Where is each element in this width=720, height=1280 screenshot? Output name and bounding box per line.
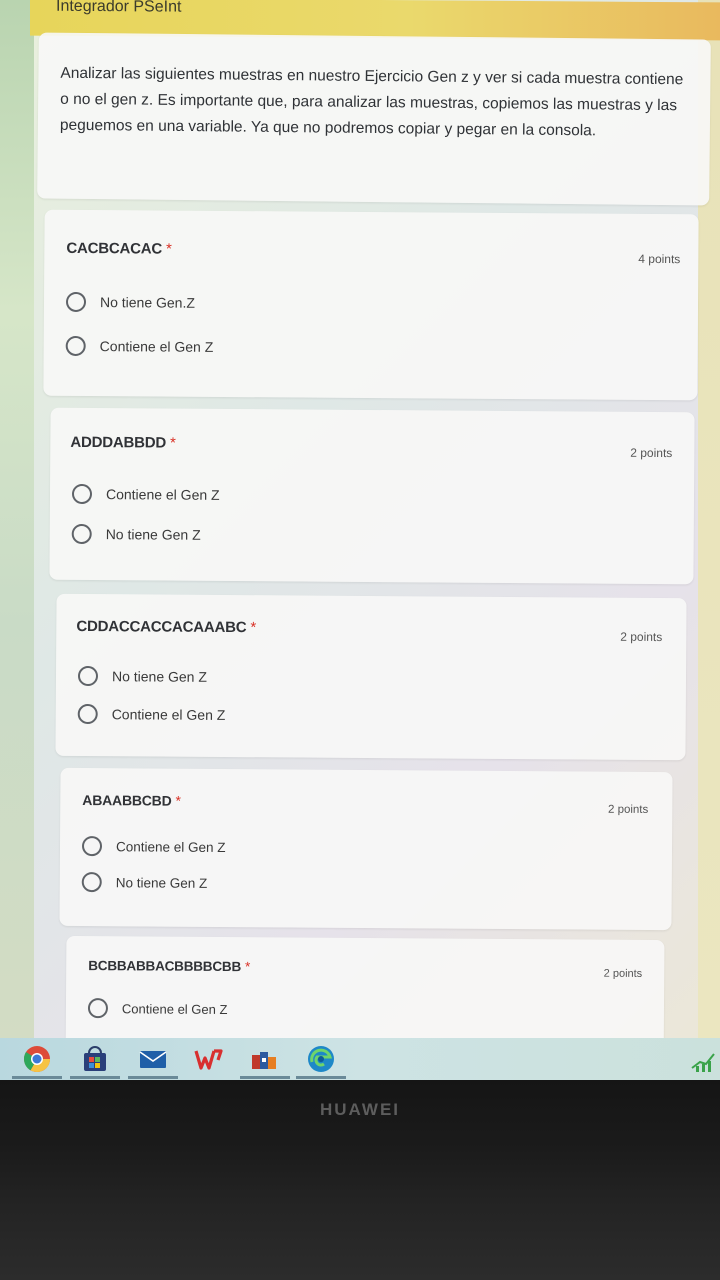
option-label: No tiene Gen Z: [115, 874, 208, 891]
edge-icon[interactable]: [306, 1044, 336, 1074]
active-indicator: [240, 1076, 290, 1079]
option-no-tiene[interactable]: No tiene Gen Z: [77, 665, 207, 687]
option-label: Contiene el Gen Z: [105, 486, 220, 503]
taskbar: [0, 1038, 720, 1080]
question-points: 4 points: [638, 251, 681, 267]
option-label: No tiene Gen Z: [105, 526, 201, 543]
screen: Integrador PSeInt Analizar las siguiente…: [0, 0, 720, 1080]
option-label: Contiene el Gen Z: [111, 706, 226, 723]
option-contiene[interactable]: Contiene el Gen Z: [71, 483, 220, 505]
signal-chart-icon[interactable]: [688, 1044, 716, 1074]
radio-button[interactable]: [81, 836, 103, 857]
mail-icon[interactable]: [138, 1044, 168, 1074]
question-points: 2 points: [603, 967, 643, 980]
question-points: 2 points: [630, 445, 673, 461]
radio-button[interactable]: [65, 335, 86, 357]
required-asterisk: *: [170, 434, 176, 452]
option-contiene[interactable]: Contiene el Gen Z: [81, 836, 226, 857]
store-icon[interactable]: [80, 1044, 110, 1074]
option-no-tiene[interactable]: No tiene Gen Z: [81, 872, 208, 893]
option-label: Contiene el Gen Z: [99, 338, 214, 355]
radio-button[interactable]: [77, 665, 99, 687]
question-points: 2 points: [620, 629, 663, 645]
option-label: Contiene el Gen Z: [121, 1000, 228, 1017]
radio-button[interactable]: [87, 998, 109, 1019]
required-asterisk: *: [250, 619, 257, 637]
question-card-4: ABAABBCBD * 2 points Contiene el Gen Z No…: [59, 767, 673, 931]
form-title: Integrador PSeInt: [56, 0, 182, 16]
option-label: No tiene Gen Z: [111, 668, 207, 685]
brand-logo: HUAWEI: [320, 1100, 400, 1119]
question-title: BCBBABBACBBBBCBB *: [88, 958, 251, 975]
question-title: ADDDABBDD *: [70, 433, 176, 452]
radio-button[interactable]: [77, 703, 98, 725]
radio-button[interactable]: [81, 872, 102, 893]
question-card-3: CDDACCACCACAAABC * 2 points No tiene Gen …: [55, 593, 687, 761]
question-title: ABAABBCBD *: [82, 792, 181, 809]
question-title: CDDACCACCACAAABC *: [76, 617, 257, 637]
required-asterisk: *: [175, 792, 181, 809]
option-label: Contiene el Gen Z: [115, 838, 226, 855]
required-asterisk: *: [244, 959, 251, 975]
option-no-tiene[interactable]: No tiene Gen.Z: [65, 291, 196, 313]
active-indicator: [70, 1076, 120, 1079]
laptop-bezel: HUAWEI: [0, 1080, 720, 1280]
option-contiene[interactable]: Contiene el Gen Z: [65, 335, 214, 357]
question-card-1: CACBCACAC * 4 points No tiene Gen.Z Conti…: [43, 209, 699, 401]
required-asterisk: *: [166, 240, 172, 258]
radio-button[interactable]: [71, 483, 93, 505]
office-apps-icon[interactable]: [250, 1044, 280, 1074]
question-points: 2 points: [607, 803, 649, 816]
option-contiene[interactable]: Contiene el Gen Z: [87, 998, 228, 1019]
active-indicator: [12, 1076, 62, 1079]
question-card-2: ADDDABBDD * 2 points Contiene el Gen Z No…: [49, 407, 695, 585]
option-label: No tiene Gen.Z: [99, 294, 196, 311]
form-description-card: Analizar las siguientes muestras en nues…: [37, 32, 711, 206]
active-indicator: [128, 1076, 178, 1079]
wps-office-icon[interactable]: [194, 1044, 224, 1074]
form-description: Analizar las siguientes muestras en nues…: [59, 64, 684, 140]
active-indicator: [296, 1076, 346, 1079]
radio-button[interactable]: [71, 523, 92, 545]
chrome-icon[interactable]: [22, 1044, 52, 1074]
question-title: CACBCACAC *: [66, 239, 172, 258]
option-no-tiene[interactable]: No tiene Gen Z: [71, 523, 201, 545]
left-background-strip: [0, 0, 34, 1040]
option-contiene[interactable]: Contiene el Gen Z: [77, 703, 226, 725]
radio-button[interactable]: [65, 291, 87, 313]
